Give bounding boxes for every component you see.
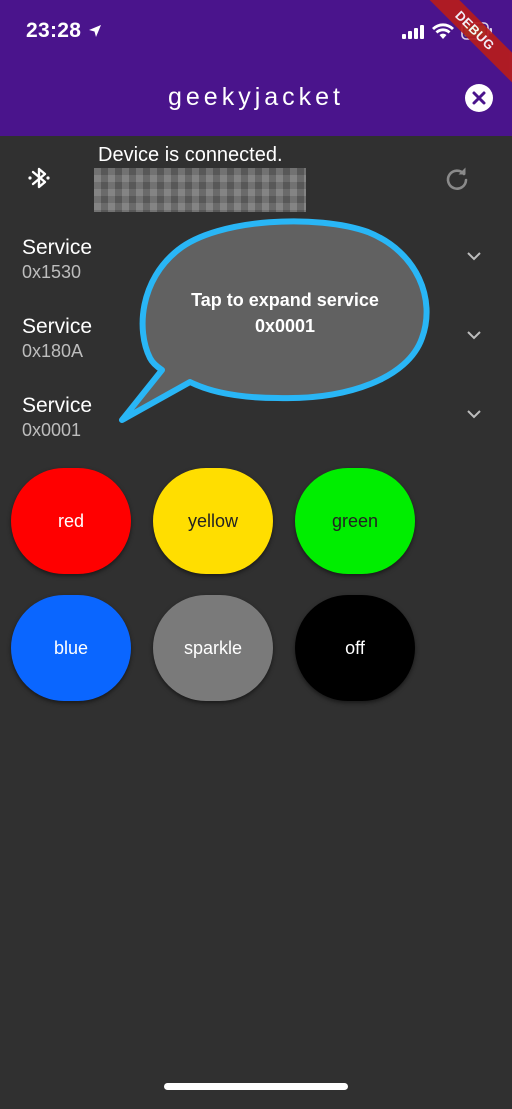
- device-id-redacted: redacted: [94, 168, 306, 212]
- service-uuid: 0x180A: [22, 341, 84, 361]
- chevron-down-icon: [467, 252, 481, 261]
- color-button-green[interactable]: green: [295, 468, 415, 574]
- color-button-yellow[interactable]: yellow: [153, 468, 273, 574]
- service-title: Service: [22, 315, 93, 338]
- service-title: Service: [22, 394, 93, 417]
- refresh-icon: [446, 167, 468, 190]
- cellular-signal-icon: [402, 25, 424, 39]
- bluetooth-connected-icon: [28, 167, 50, 189]
- screen: 23:28 DEBUG geekyjacket Device is connec…: [0, 0, 512, 1109]
- color-button-red[interactable]: red: [11, 468, 131, 574]
- app-bar: 23:28 DEBUG geekyjacket: [0, 0, 512, 136]
- service-uuid: 0x1530: [22, 262, 82, 282]
- chevron-down-icon: [467, 331, 481, 340]
- wifi-icon: [432, 23, 454, 39]
- close-button[interactable]: [465, 84, 493, 112]
- chevron-down-icon: [467, 410, 481, 419]
- color-button-blue[interactable]: blue: [11, 595, 131, 701]
- service-tile-0x0001[interactable]: Service 0x0001: [0, 394, 512, 464]
- location-arrow-icon: [89, 25, 101, 37]
- debug-banner-label: DEBUG: [422, 0, 512, 84]
- color-button-sparkle[interactable]: sparkle: [153, 595, 273, 701]
- device-status-text: Device is connected.: [98, 144, 283, 166]
- close-icon: [472, 91, 486, 105]
- home-indicator: [164, 1083, 348, 1090]
- app-title: geekyjacket: [167, 83, 345, 111]
- service-uuid: 0x0001: [22, 420, 82, 440]
- status-time: 23:28: [26, 19, 82, 42]
- callout-text: Tap to expand service 0x0001: [191, 290, 379, 336]
- refresh-button[interactable]: [444, 166, 470, 197]
- service-title: Service: [22, 236, 93, 259]
- color-button-off[interactable]: off: [295, 595, 415, 701]
- debug-banner: DEBUG: [422, 0, 512, 90]
- battery-icon: [461, 22, 492, 40]
